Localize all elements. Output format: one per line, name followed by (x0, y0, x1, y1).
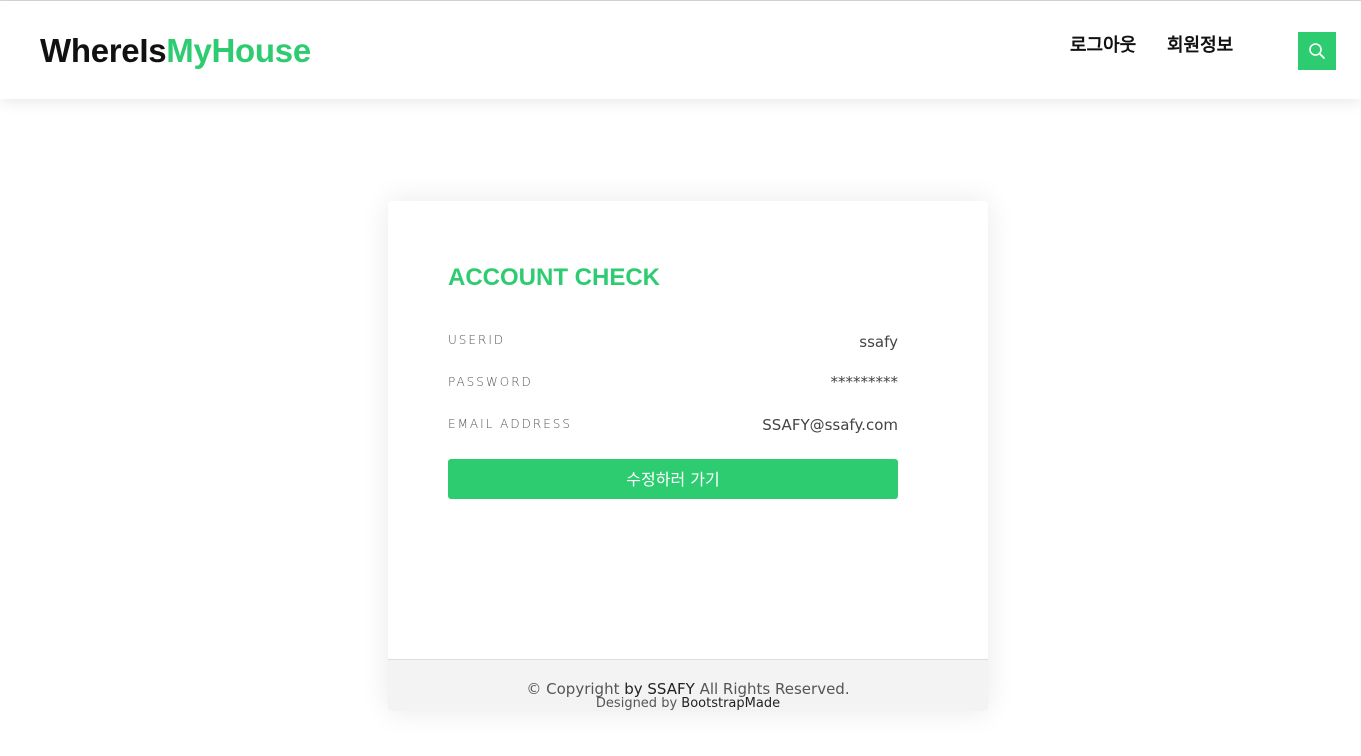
email-value: SSAFY@ssafy.com (762, 416, 898, 434)
account-card: ACCOUNT CHECK USERID ssafy PASSWORD ****… (388, 201, 988, 711)
account-check-title: ACCOUNT CHECK (448, 264, 660, 291)
designer-link[interactable]: BootstrapMade (681, 696, 780, 711)
userid-label: USERID (448, 333, 506, 347)
nav-logout-link[interactable]: 로그아웃 (1070, 33, 1136, 59)
password-value: ********* (830, 373, 899, 391)
userid-value: ssafy (859, 333, 898, 351)
site-footer: © Copyright by SSAFY All Rights Reserved… (388, 659, 988, 711)
logo-text-part1: WhereIs (40, 32, 167, 69)
nav-member-info-link[interactable]: 회원정보 (1167, 33, 1233, 59)
email-label: EMAIL ADDRESS (448, 417, 573, 431)
password-label: PASSWORD (448, 375, 533, 389)
search-button[interactable] (1298, 32, 1336, 70)
site-logo[interactable]: WhereIsMyHouse (40, 31, 311, 71)
logo-text-part2: MyHouse (166, 32, 311, 69)
edit-account-button[interactable]: 수정하러 가기 (448, 459, 898, 499)
designed-by-text: Designed by BootstrapMade (388, 696, 988, 711)
site-header: WhereIsMyHouse 로그아웃 회원정보 (0, 1, 1361, 99)
search-icon (1309, 43, 1325, 59)
designed-by-label: Designed by (595, 696, 678, 711)
